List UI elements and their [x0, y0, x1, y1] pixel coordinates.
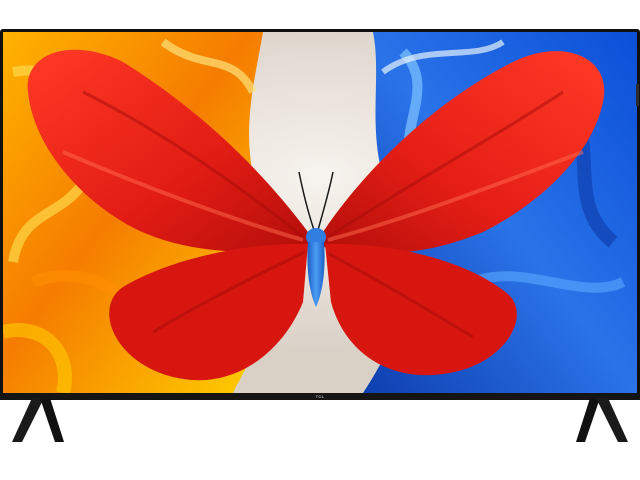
tv-screen — [3, 32, 637, 393]
left-stand-foot — [12, 398, 64, 442]
right-stand-foot — [576, 398, 628, 442]
butterfly-wallpaper — [3, 32, 637, 393]
product-photo: TCL — [0, 0, 640, 480]
side-button — [636, 84, 639, 106]
brand-logo: TCL — [315, 394, 325, 399]
bottom-bezel: TCL — [0, 393, 640, 400]
tv-frame: TCL — [0, 29, 640, 400]
